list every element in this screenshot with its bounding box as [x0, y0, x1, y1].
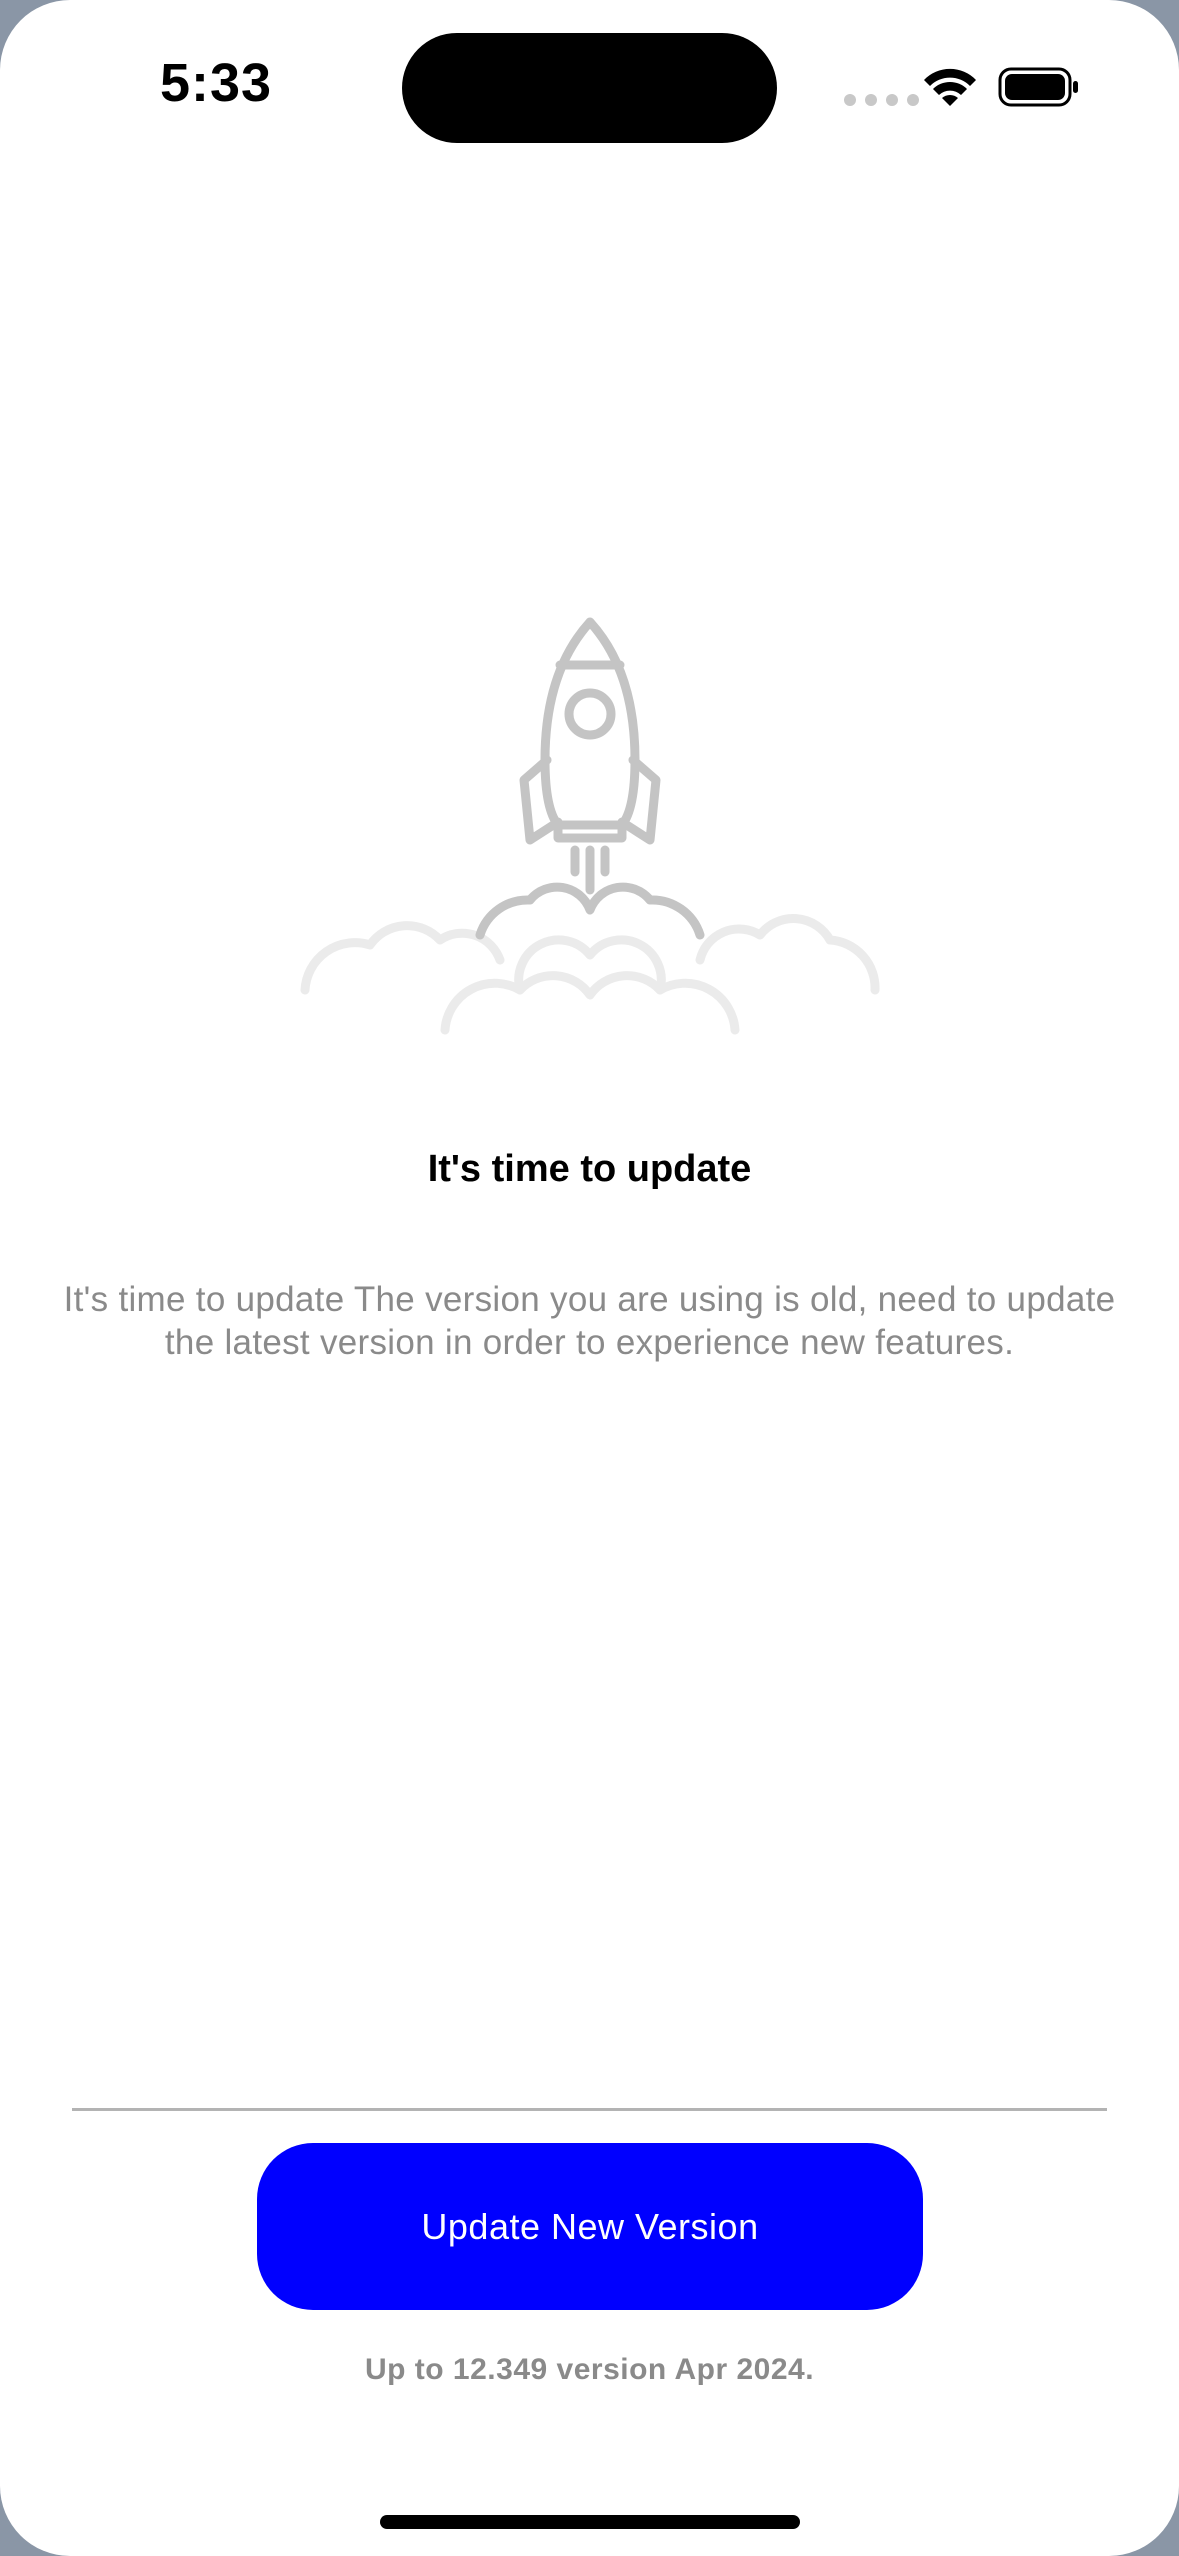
version-note: Up to 12.349 version Apr 2024. [364, 2353, 815, 2386]
cellular-signal-icon [844, 94, 919, 106]
divider [72, 2108, 1107, 2111]
dynamic-island [402, 33, 777, 143]
update-new-version-button[interactable]: Update New Version [257, 2143, 923, 2310]
rocket-launch-icon [300, 617, 880, 1035]
wifi-icon [924, 68, 976, 106]
update-description: It's time to update The version you are … [63, 1280, 1116, 1362]
page-title: It's time to update [427, 1148, 752, 1190]
app-screen: 5:33 It's time to update It's time to up… [0, 0, 1179, 2556]
home-indicator[interactable] [380, 2515, 800, 2529]
battery-icon [998, 67, 1078, 107]
status-time: 5:33 [160, 53, 273, 113]
